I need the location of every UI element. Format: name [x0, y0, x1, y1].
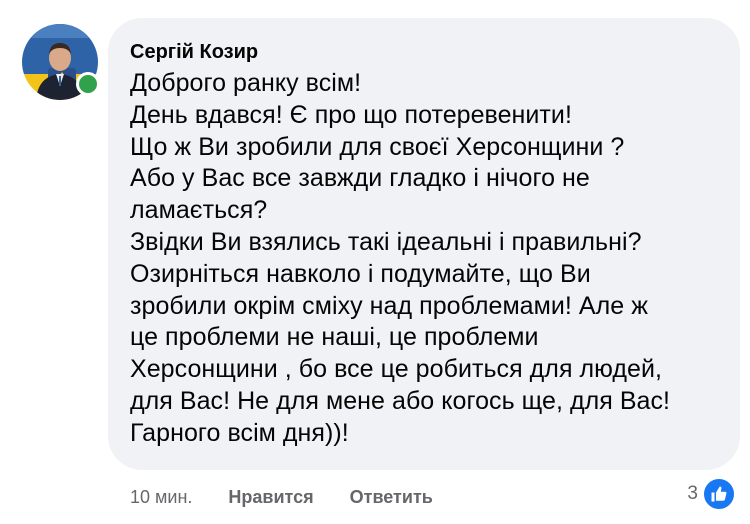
comment-text: Доброго ранку всім! День вдався! Є про щ… [130, 69, 671, 447]
online-status-indicator [76, 72, 100, 96]
comment-timestamp[interactable]: 10 мин. [130, 487, 192, 508]
reactions-summary[interactable]: 3 [687, 476, 736, 512]
like-button[interactable]: Нравится [228, 487, 313, 508]
comment-bubble: Сергій Козир Доброго ранку всім! День вд… [108, 18, 740, 470]
reply-button[interactable]: Ответить [350, 487, 433, 508]
comment-actions: 10 мин. Нравится Ответить [130, 484, 469, 510]
like-icon [702, 477, 736, 511]
comment-author-name[interactable]: Сергій Козир [130, 40, 720, 64]
avatar[interactable] [22, 24, 100, 100]
reaction-count: 3 [687, 483, 698, 504]
